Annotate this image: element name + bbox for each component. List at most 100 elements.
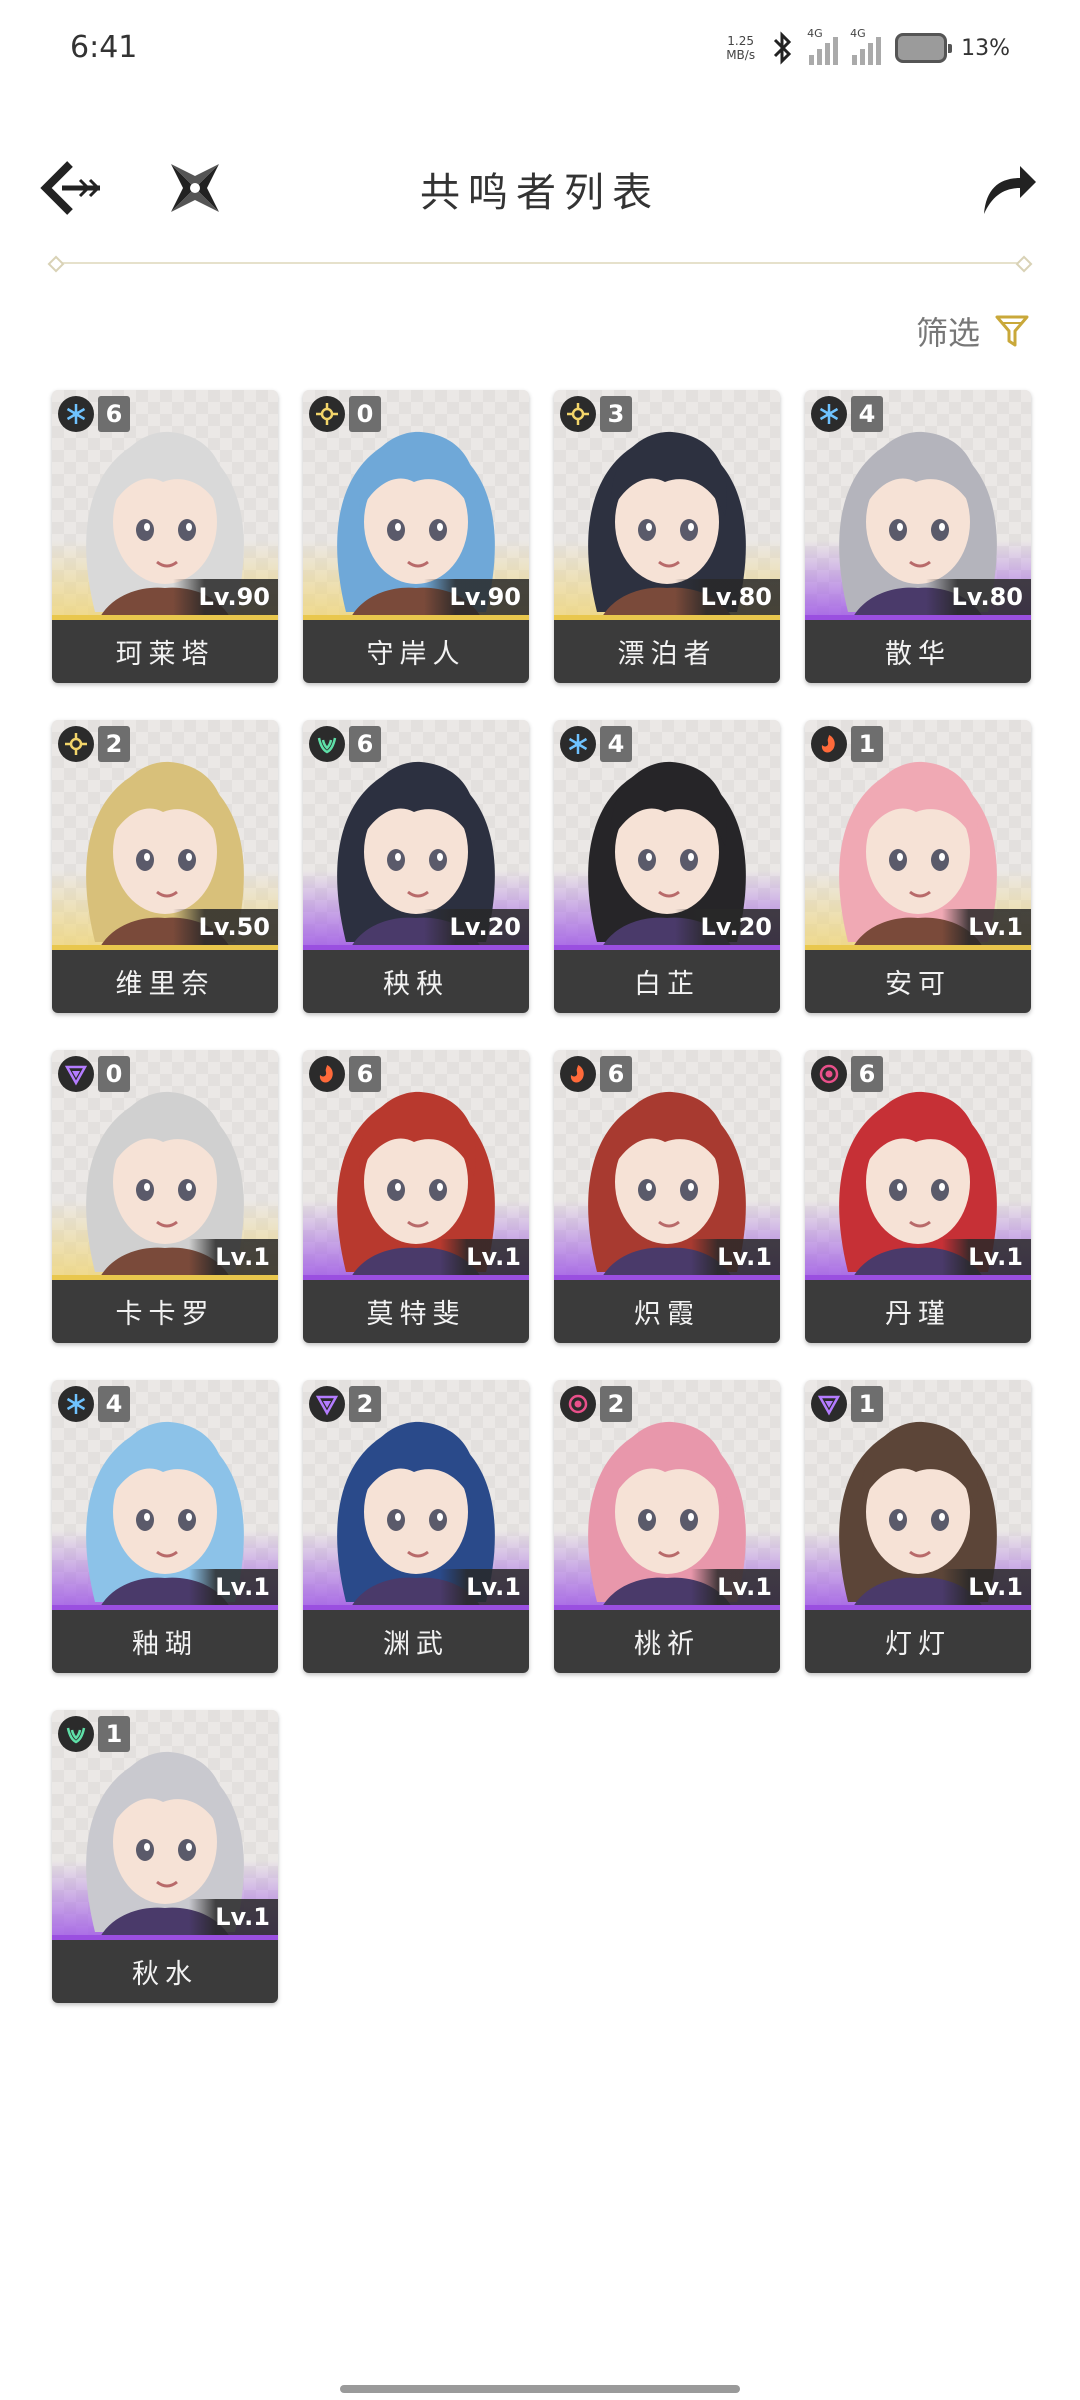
level-label: Lv.1: [189, 1239, 278, 1275]
fusion-element-icon: [560, 1056, 596, 1092]
electro-element-icon: [315, 1395, 339, 1416]
gesture-home-bar[interactable]: [340, 2385, 740, 2393]
level-label: Lv.1: [691, 1569, 780, 1605]
sequence-count: 1: [98, 1716, 130, 1752]
page-title: 共鸣者列表: [420, 170, 660, 216]
sequence-count: 0: [98, 1056, 130, 1092]
level-label: Lv.80: [674, 579, 780, 615]
card-badge: 4: [560, 726, 632, 762]
character-name: 莫特斐: [303, 1280, 529, 1343]
sequence-count: 4: [98, 1386, 130, 1422]
character-name: 釉瑚: [52, 1610, 278, 1673]
resonator-card[interactable]: Lv.1 6 炽霞: [554, 1050, 780, 1343]
aero-element-icon: [66, 1727, 86, 1744]
level-label: Lv.90: [172, 579, 278, 615]
level-label: Lv.1: [189, 1899, 278, 1935]
character-name: 安可: [805, 950, 1031, 1013]
character-name: 秋水: [52, 1940, 278, 2003]
spectro-element-icon: [309, 396, 345, 432]
electro-element-icon: [309, 1386, 345, 1422]
card-badge: 2: [560, 1386, 632, 1422]
glacio-element-icon: [66, 1394, 86, 1414]
sequence-count: 6: [851, 1056, 883, 1092]
resonator-card[interactable]: Lv.90 6 珂莱塔: [52, 390, 278, 683]
glacio-element-icon: [568, 734, 588, 754]
resonator-card[interactable]: Lv.80 4 散华: [805, 390, 1031, 683]
resonator-card[interactable]: Lv.20 6 秧秧: [303, 720, 529, 1013]
sequence-count: 0: [349, 396, 381, 432]
character-name: 守岸人: [303, 620, 529, 683]
resonator-card[interactable]: Lv.50 2 维里奈: [52, 720, 278, 1013]
resonator-card[interactable]: Lv.1 6 莫特斐: [303, 1050, 529, 1343]
sequence-count: 4: [851, 396, 883, 432]
character-name: 炽霞: [554, 1280, 780, 1343]
resonator-card[interactable]: Lv.1 2 渊武: [303, 1380, 529, 1673]
resonator-grid: Lv.90 6 珂莱塔 Lv.90 0 守岸人 Lv.80 3 漂泊者 Lv.8…: [52, 390, 1032, 2003]
character-name: 珂莱塔: [52, 620, 278, 683]
card-badge: 1: [58, 1716, 130, 1752]
spectro-element-icon: [316, 403, 338, 425]
card-badge: 0: [309, 396, 381, 432]
spectro-element-icon: [560, 396, 596, 432]
sequence-count: 1: [851, 726, 883, 762]
character-name: 卡卡罗: [52, 1280, 278, 1343]
level-label: Lv.50: [172, 909, 278, 945]
sequence-count: 6: [349, 1056, 381, 1092]
resonator-card[interactable]: Lv.1 2 桃祈: [554, 1380, 780, 1673]
sim2-label: 4G: [850, 27, 866, 40]
sequence-count: 1: [851, 1386, 883, 1422]
sim1-label: 4G: [807, 27, 823, 40]
filter-funnel-icon: [995, 315, 1029, 347]
network-speed: 1.25 MB/s: [726, 34, 755, 62]
sequence-count: 2: [349, 1386, 381, 1422]
resonator-card[interactable]: Lv.1 1 安可: [805, 720, 1031, 1013]
card-badge: 1: [811, 726, 883, 762]
resonator-card[interactable]: Lv.1 1 灯灯: [805, 1380, 1031, 1673]
sequence-count: 6: [349, 726, 381, 762]
sequence-count: 2: [98, 726, 130, 762]
resonator-card[interactable]: Lv.90 0 守岸人: [303, 390, 529, 683]
resonator-card[interactable]: Lv.1 1 秋水: [52, 1710, 278, 2003]
filter-label: 筛选: [915, 314, 980, 352]
card-badge: 1: [811, 1386, 883, 1422]
resonator-card[interactable]: Lv.1 0 卡卡罗: [52, 1050, 278, 1343]
filter-button[interactable]: 筛选: [916, 308, 1030, 354]
electro-element-icon: [817, 1395, 841, 1416]
aero-element-icon: [309, 726, 345, 762]
resonator-card[interactable]: Lv.20 4 白芷: [554, 720, 780, 1013]
character-name: 散华: [805, 620, 1031, 683]
electro-element-icon: [811, 1386, 847, 1422]
glacio-element-icon: [66, 404, 86, 424]
battery-percent: 13%: [961, 35, 1010, 61]
resonator-card[interactable]: Lv.1 4 釉瑚: [52, 1380, 278, 1673]
aero-element-icon: [317, 737, 337, 754]
card-badge: 6: [309, 726, 381, 762]
status-time: 6:41: [70, 30, 138, 65]
sequence-count: 6: [98, 396, 130, 432]
character-name: 丹瑾: [805, 1280, 1031, 1343]
sequence-count: 4: [600, 726, 632, 762]
card-badge: 0: [58, 1056, 130, 1092]
resonator-card[interactable]: Lv.80 3 漂泊者: [554, 390, 780, 683]
fusion-element-icon: [309, 1056, 345, 1092]
character-name: 秧秧: [303, 950, 529, 1013]
level-label: Lv.20: [423, 909, 529, 945]
glacio-element-icon: [819, 404, 839, 424]
network-speed-value: 1.25: [727, 34, 754, 48]
character-name: 桃祈: [554, 1610, 780, 1673]
resonator-card[interactable]: Lv.1 6 丹瑾: [805, 1050, 1031, 1343]
electro-element-icon: [64, 1065, 88, 1086]
level-label: Lv.80: [925, 579, 1031, 615]
character-name: 维里奈: [52, 950, 278, 1013]
level-label: Lv.1: [942, 1239, 1031, 1275]
level-label: Lv.1: [189, 1569, 278, 1605]
character-name: 渊武: [303, 1610, 529, 1673]
share-arrow-icon[interactable]: [978, 158, 1040, 218]
aero-element-icon: [58, 1716, 94, 1752]
level-label: Lv.1: [440, 1569, 529, 1605]
level-label: Lv.20: [674, 909, 780, 945]
havoc-element-icon: [568, 1394, 588, 1414]
electro-element-icon: [58, 1056, 94, 1092]
character-name: 白芷: [554, 950, 780, 1013]
header-divider: [47, 255, 1033, 273]
